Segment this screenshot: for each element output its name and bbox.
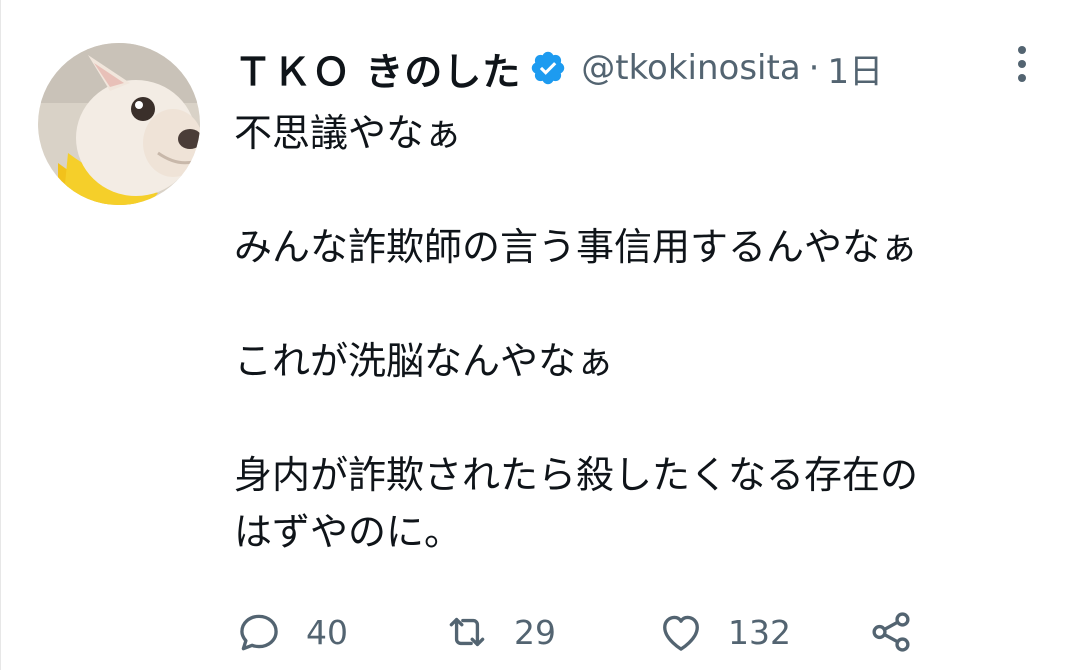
retweet-button[interactable]: 29 (442, 604, 556, 660)
tweet-text: 不思議やなぁ みんな詐欺師の言う事信用するんやなぁ これが洗脳なんやなぁ 身内が… (234, 105, 1054, 561)
share-icon (866, 607, 916, 657)
display-name[interactable]: ＴＫＯ きのした (234, 41, 521, 96)
like-button[interactable]: 132 (656, 604, 791, 660)
user-handle[interactable]: @tkokinosita (581, 48, 800, 88)
separator-dot: · (808, 48, 820, 88)
tweet-line: これが洗脳なんやなぁ (234, 339, 615, 383)
retweet-icon (442, 607, 492, 657)
verified-badge-icon (529, 49, 567, 87)
timestamp[interactable]: 1日 (827, 44, 883, 93)
tweet-header: ＴＫＯ きのした @tkokinosita · 1日 (234, 42, 883, 94)
tweet-line: はずやのに。 (234, 510, 463, 554)
heart-icon (656, 607, 706, 657)
avatar[interactable] (38, 43, 200, 205)
tweet-actions: 40 29 132 (234, 604, 934, 660)
reply-button[interactable]: 40 (234, 604, 348, 660)
share-button[interactable] (866, 604, 916, 660)
tweet-line: 不思議やなぁ (234, 111, 463, 155)
like-count: 132 (728, 612, 791, 652)
tweet-card[interactable]: ＴＫＯ きのした @tkokinosita · 1日 不思議やなぁ みんな詐欺師… (0, 0, 1080, 670)
reply-icon (234, 607, 284, 657)
more-options-icon[interactable] (1007, 42, 1037, 86)
tweet-line: みんな詐欺師の言う事信用するんやなぁ (234, 225, 919, 269)
tweet-line: 身内が詐欺されたら殺したくなる存在の (234, 453, 919, 497)
french-bulldog-avatar-icon (38, 43, 200, 205)
retweet-count: 29 (514, 612, 556, 652)
reply-count: 40 (306, 612, 348, 652)
